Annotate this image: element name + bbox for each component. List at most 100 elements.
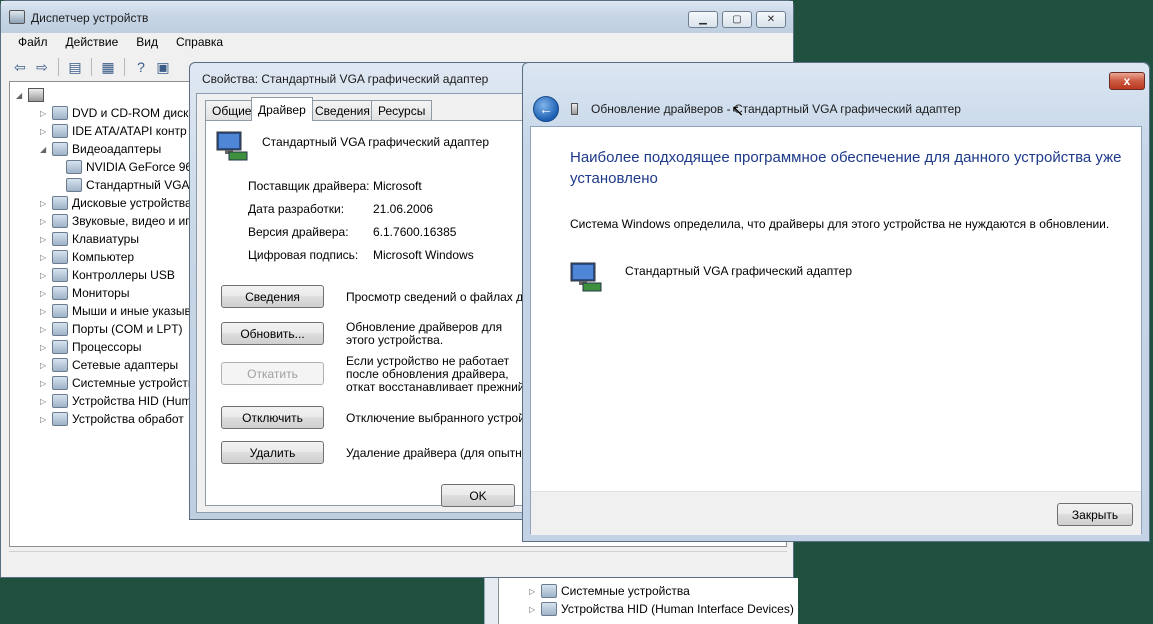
tree-item-label: Контроллеры USB <box>72 268 175 282</box>
tree-item[interactable]: ▷ Сетевые адаптеры <box>40 356 178 374</box>
version-value: 6.1.7600.16385 <box>373 225 457 239</box>
tree-item[interactable]: ▷ Звуковые, видео и игр <box>40 212 196 230</box>
tree-item-label: Устройства HID (Human Interface Devices) <box>561 602 794 616</box>
tab-driver[interactable]: Драйвер <box>251 97 313 121</box>
date-label: Дата разработки: <box>248 202 345 216</box>
tab-resources[interactable]: Ресурсы <box>371 100 433 120</box>
tree-item[interactable]: ▷ Устройства обработ <box>40 410 184 428</box>
tree-item[interactable]: ▷ Системные устройства <box>529 582 690 600</box>
properties-icon[interactable]: ▦ <box>99 58 117 76</box>
device-category-icon <box>52 106 68 120</box>
tree-item[interactable]: ▷ Процессоры <box>40 338 142 356</box>
wizard-heading: Наиболее подходящее программное обеспече… <box>570 149 1122 187</box>
minimize-button[interactable]: ▁ <box>688 11 718 28</box>
help-icon[interactable]: ? <box>132 58 150 76</box>
close-button[interactable]: Закрыть <box>1057 503 1133 526</box>
back-arrow-icon[interactable]: ⇦ <box>11 58 29 76</box>
update-driver-button[interactable]: Обновить... <box>221 322 324 345</box>
tree-item[interactable]: ▷ DVD и CD-ROM дисково <box>40 104 208 122</box>
ok-button[interactable]: OK <box>441 484 515 507</box>
tab-details[interactable]: Сведения <box>308 100 377 120</box>
menu-view[interactable]: Вид <box>127 33 167 53</box>
expand-arrow-icon[interactable]: ▷ <box>40 379 50 388</box>
tree-item[interactable]: ▷ Мыши и иные указыв <box>40 302 191 320</box>
details-button[interactable]: Сведения <box>221 285 324 308</box>
disable-description: Отключение выбранного устройств <box>346 412 531 425</box>
menu-action[interactable]: Действие <box>57 33 128 53</box>
expand-arrow-icon[interactable]: ▷ <box>40 289 50 298</box>
expand-arrow-icon[interactable]: ▷ <box>40 271 50 280</box>
menu-bar: Файл Действие Вид Справка <box>9 33 232 53</box>
device-category-icon <box>52 322 68 336</box>
tree-item[interactable]: ▷ Порты (COM и LPT) <box>40 320 183 338</box>
close-button[interactable]: ✕ <box>756 11 786 28</box>
expand-arrow-icon[interactable]: ▷ <box>40 127 50 136</box>
tree-item-label: IDE ATA/ATAPI контр <box>72 124 187 138</box>
wizard-title: Обновление драйверов - Стандартный VGA г… <box>591 102 961 116</box>
collapse-arrow-icon[interactable]: ◢ <box>16 91 26 100</box>
expand-arrow-icon[interactable]: ▷ <box>40 217 50 226</box>
back-button[interactable]: ← <box>533 96 559 122</box>
disable-button[interactable]: Отключить <box>221 406 324 429</box>
tree-item[interactable]: NVIDIA GeForce 96 <box>54 158 192 176</box>
background-device-list: ▷ Системные устройства ▷ Устройства HID … <box>498 578 798 624</box>
update-description: Обновление драйверов для этого устройств… <box>346 320 503 347</box>
expand-arrow-icon[interactable]: ▷ <box>40 199 50 208</box>
background-window-edge <box>484 578 498 624</box>
tree-item-label: Стандартный VGA <box>86 178 190 192</box>
uninstall-button[interactable]: Удалить <box>221 441 324 464</box>
expand-arrow-icon[interactable]: ▷ <box>40 235 50 244</box>
tree-item[interactable]: Стандартный VGA <box>54 176 190 194</box>
device-small-icon <box>571 103 578 115</box>
expand-arrow-icon[interactable]: ▷ <box>40 253 50 262</box>
collapse-arrow-icon[interactable]: ◢ <box>40 145 50 154</box>
view-icon[interactable]: ▣ <box>154 58 172 76</box>
expand-arrow-icon[interactable]: ▷ <box>40 307 50 316</box>
tree-item[interactable]: ▷ IDE ATA/ATAPI контр <box>40 122 187 140</box>
forward-arrow-icon[interactable]: ⇨ <box>33 58 51 76</box>
expand-arrow-icon[interactable]: ▷ <box>529 605 539 614</box>
expand-arrow-icon[interactable]: ▷ <box>40 415 50 424</box>
update-driver-wizard: x ← Обновление драйверов - Стандартный V… <box>522 62 1150 542</box>
rollback-button[interactable]: Откатить <box>221 362 324 385</box>
tree-item-label: DVD и CD-ROM дисково <box>72 106 209 120</box>
tree-item[interactable]: ▷ Устройства HID (Human Interface Device… <box>529 600 794 618</box>
expand-arrow-icon[interactable]: ▷ <box>529 587 539 596</box>
signature-value: Microsoft Windows <box>373 248 474 262</box>
provider-value: Microsoft <box>373 179 422 193</box>
expand-arrow-icon[interactable]: ▷ <box>40 397 50 406</box>
device-category-icon <box>52 142 68 156</box>
maximize-icon: ▢ <box>732 14 742 25</box>
wizard-body: Наиболее подходящее программное обеспече… <box>530 126 1142 535</box>
tree-root[interactable]: ◢ <box>16 86 48 104</box>
expand-arrow-icon[interactable]: ▷ <box>40 361 50 370</box>
menu-help[interactable]: Справка <box>167 33 232 53</box>
menu-file[interactable]: Файл <box>9 33 57 53</box>
device-category-icon <box>52 286 68 300</box>
expand-arrow-icon[interactable]: ▷ <box>40 109 50 118</box>
mouse-cursor-icon: ↖ <box>731 103 745 120</box>
expand-arrow-icon[interactable]: ▷ <box>40 325 50 334</box>
tree-item[interactable]: ▷ Контроллеры USB <box>40 266 175 284</box>
tree-item[interactable]: ▷ Системные устройства <box>40 374 201 392</box>
expand-arrow-icon[interactable]: ▷ <box>40 343 50 352</box>
window-title: Диспетчер устройств <box>31 11 149 25</box>
tree-item[interactable]: ▷ Клавиатуры <box>40 230 139 248</box>
device-category-icon <box>52 304 68 318</box>
maximize-button[interactable]: ▢ <box>722 11 752 28</box>
tree-item[interactable]: ▷ Компьютер <box>40 248 134 266</box>
tree-item[interactable]: ◢ Видеоадаптеры <box>40 140 161 158</box>
close-icon: ✕ <box>766 14 776 25</box>
wizard-close-x-button[interactable]: x <box>1109 72 1145 90</box>
tree-item[interactable]: ▷ Мониторы <box>40 284 129 302</box>
date-value: 21.06.2006 <box>373 202 434 216</box>
tree-item[interactable]: ▷ Устройства HID (Hum <box>40 392 191 410</box>
tree-item[interactable]: ▷ Дисковые устройства <box>40 194 192 212</box>
status-bar <box>9 551 787 571</box>
signature-label: Цифровая подпись: <box>248 248 359 262</box>
wizard-device-name: Стандартный VGA графический адаптер <box>625 264 852 278</box>
toolbar-separator <box>91 58 92 76</box>
tree-item-label: Порты (COM и LPT) <box>72 322 183 336</box>
title-bar[interactable]: Диспетчер устройств ▁ ▢ ✕ <box>1 1 793 33</box>
show-hide-tree-icon[interactable]: ▤ <box>66 58 84 76</box>
